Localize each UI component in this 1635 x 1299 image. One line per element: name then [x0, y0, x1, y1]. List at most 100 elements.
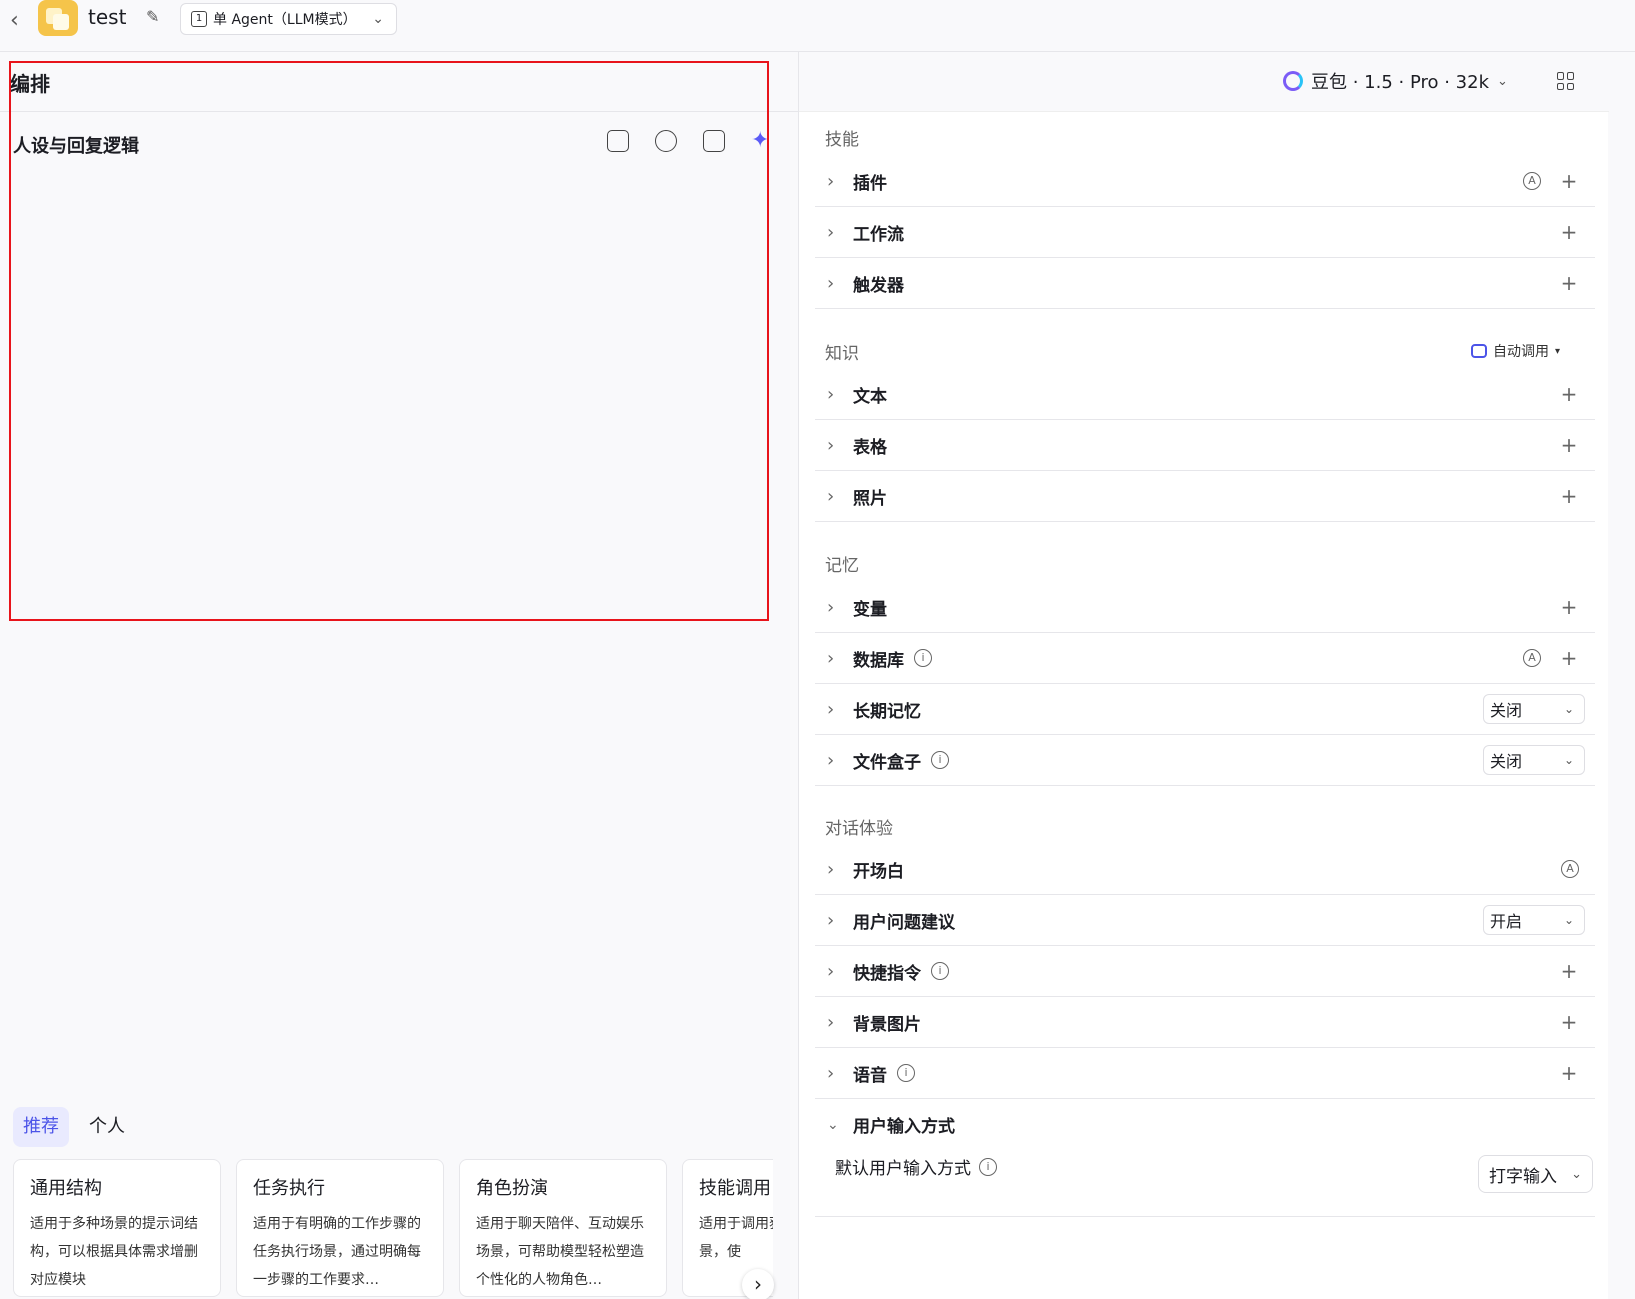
chevron-right-icon: › [827, 221, 835, 243]
add-icon[interactable]: + [1559, 169, 1579, 193]
knowledge-auto-call[interactable]: 自动调用 ▾ [1471, 341, 1560, 361]
default-input-label-wrap: 默认用户输入方式 i [835, 1154, 997, 1179]
group-title-skills: 技能 [825, 130, 859, 150]
edit-icon[interactable]: ✎ [146, 7, 159, 26]
row-opening[interactable]: › 开场白 A [815, 844, 1595, 895]
auto-icon[interactable]: A [1523, 649, 1541, 667]
default-input-label: 默认用户输入方式 [835, 1159, 971, 1179]
row-table[interactable]: › 表格 + [815, 420, 1595, 471]
chevron-down-icon: ⌄ [1563, 702, 1574, 716]
caret-down-icon: ▾ [1555, 345, 1561, 357]
add-icon[interactable]: + [1559, 1010, 1579, 1034]
chevron-right-icon: › [827, 596, 835, 618]
row-voice[interactable]: › 语音 i + [815, 1048, 1595, 1099]
template-card[interactable]: 通用结构 适用于多种场景的提示词结构，可以根据具体需求增删对应模块 [13, 1159, 221, 1297]
row-photo[interactable]: › 照片 + [815, 471, 1595, 522]
info-icon[interactable]: i [931, 751, 949, 769]
add-icon[interactable]: + [1559, 959, 1579, 983]
row-label: 数据库 [853, 650, 904, 671]
template-card[interactable]: 角色扮演 适用于聊天陪伴、互动娱乐场景，可帮助模型轻松塑造个性化的人物角色… [459, 1159, 667, 1297]
chevron-right-icon: › [827, 960, 835, 982]
chevron-down-icon: ⌄ [372, 11, 384, 27]
suggestion-select[interactable]: 开启 ⌄ [1483, 905, 1585, 935]
template-card-desc: 适用于聊天陪伴、互动娱乐场景，可帮助模型轻松塑造个性化的人物角色… [476, 1216, 644, 1288]
row-shortcut[interactable]: › 快捷指令 i + [815, 946, 1595, 997]
robot-icon [1471, 344, 1487, 358]
chevron-right-icon: › [827, 647, 835, 669]
cards-next-button[interactable]: › [742, 1269, 774, 1299]
model-label: 豆包 · 1.5 · Pro · 32k [1311, 72, 1490, 93]
agent-mode-select[interactable]: 1 单 Agent（LLM模式） ⌄ [180, 3, 397, 35]
auto-icon[interactable]: A [1561, 860, 1579, 878]
template-card-desc: 适用于有明确的工作步骤的任务执行场景，通过明确每一步骤的工作要求… [253, 1216, 421, 1288]
row-background[interactable]: › 背景图片 + [815, 997, 1595, 1048]
row-label: 用户输入方式 [853, 1117, 955, 1137]
add-icon[interactable]: + [1559, 433, 1579, 457]
chevron-right-icon: › [827, 1011, 835, 1033]
row-database[interactable]: › 数据库 i A + [815, 633, 1595, 684]
chevron-right-icon: › [827, 858, 835, 880]
add-icon[interactable]: + [1559, 595, 1579, 619]
chevron-right-icon: › [827, 272, 835, 294]
config-panel: 豆包 · 1.5 · Pro · 32k ⌄ 技能 › 插件 A + › 工作流 … [798, 52, 1609, 1299]
row-label: 插件 [853, 173, 887, 194]
row-variable[interactable]: › 变量 + [815, 582, 1595, 633]
template-cards: 通用结构 适用于多种场景的提示词结构，可以根据具体需求增删对应模块 任务执行 适… [13, 1159, 773, 1299]
chevron-right-icon: › [827, 698, 835, 720]
row-workflow[interactable]: › 工作流 + [815, 207, 1595, 258]
long-memory-select[interactable]: 关闭 ⌄ [1483, 694, 1585, 724]
chevron-right-icon: › [827, 1062, 835, 1084]
row-label: 用户问题建议 [853, 912, 955, 933]
row-trigger[interactable]: › 触发器 + [815, 258, 1595, 309]
row-label: 开场白 [853, 861, 904, 882]
row-plugin[interactable]: › 插件 A + [815, 156, 1595, 207]
agent-mode-label: 单 Agent（LLM模式） [213, 12, 357, 28]
row-label: 工作流 [853, 224, 904, 245]
back-icon[interactable]: ‹ [10, 8, 19, 33]
row-label: 照片 [853, 488, 887, 509]
tab-recommended[interactable]: 推荐 [13, 1107, 69, 1147]
add-icon[interactable]: + [1559, 646, 1579, 670]
add-icon[interactable]: + [1559, 382, 1579, 406]
filebox-select[interactable]: 关闭 ⌄ [1483, 745, 1585, 775]
row-label: 快捷指令 [853, 963, 921, 984]
layout-grid-icon[interactable] [1557, 72, 1575, 90]
top-bar: ‹ test ✎ 1 单 Agent（LLM模式） ⌄ [0, 0, 1635, 52]
auto-icon[interactable]: A [1523, 172, 1541, 190]
app-name: test [88, 5, 127, 29]
add-icon[interactable]: + [1559, 484, 1579, 508]
row-filebox[interactable]: › 文件盒子 i 关闭 ⌄ [815, 735, 1595, 786]
template-card[interactable]: 任务执行 适用于有明确的工作步骤的任务执行场景，通过明确每一步骤的工作要求… [236, 1159, 444, 1297]
chevron-right-icon: › [827, 383, 835, 405]
chevron-right-icon: › [827, 909, 835, 931]
tab-personal[interactable]: 个人 [79, 1107, 135, 1147]
add-icon[interactable]: + [1559, 220, 1579, 244]
row-label: 文本 [853, 386, 887, 407]
model-bar: 豆包 · 1.5 · Pro · 32k ⌄ [799, 52, 1609, 112]
chevron-right-icon: › [827, 434, 835, 456]
row-long-memory[interactable]: › 长期记忆 关闭 ⌄ [815, 684, 1595, 735]
add-icon[interactable]: + [1559, 271, 1579, 295]
template-tabs: 推荐 个人 [13, 1107, 135, 1147]
orchestration-panel: 编排 人设与回复逻辑 ✦ 推荐 个人 通用结构 适用于多种场景的提示词结构，可以… [0, 52, 798, 1299]
chevron-down-icon: ⌄ [1563, 753, 1574, 767]
chevron-right-icon: › [827, 170, 835, 192]
row-suggestion[interactable]: › 用户问题建议 开启 ⌄ [815, 895, 1595, 946]
info-icon[interactable]: i [897, 1064, 915, 1082]
info-icon[interactable]: i [979, 1157, 997, 1176]
info-icon[interactable]: i [914, 649, 932, 667]
add-icon[interactable]: + [1559, 1061, 1579, 1085]
row-input-mode[interactable]: ⌄ 用户输入方式 [815, 1099, 1595, 1150]
chevron-down-icon: ⌄ [1497, 73, 1508, 89]
info-icon[interactable]: i [931, 962, 949, 980]
suggestion-value: 开启 [1490, 912, 1523, 931]
group-title-dialogue: 对话体验 [825, 819, 893, 839]
template-card-title: 任务执行 [253, 1178, 325, 1199]
model-select[interactable]: 豆包 · 1.5 · Pro · 32k ⌄ [1283, 68, 1508, 94]
template-card-desc: 适用于多种场景的提示词结构，可以根据具体需求增删对应模块 [30, 1216, 198, 1288]
default-input-select[interactable]: 打字输入 ⌄ [1478, 1155, 1593, 1193]
row-label: 长期记忆 [853, 701, 921, 722]
row-text[interactable]: › 文本 + [815, 369, 1595, 420]
default-input-value: 打字输入 [1489, 1166, 1557, 1187]
row-label: 语音 [853, 1065, 887, 1086]
